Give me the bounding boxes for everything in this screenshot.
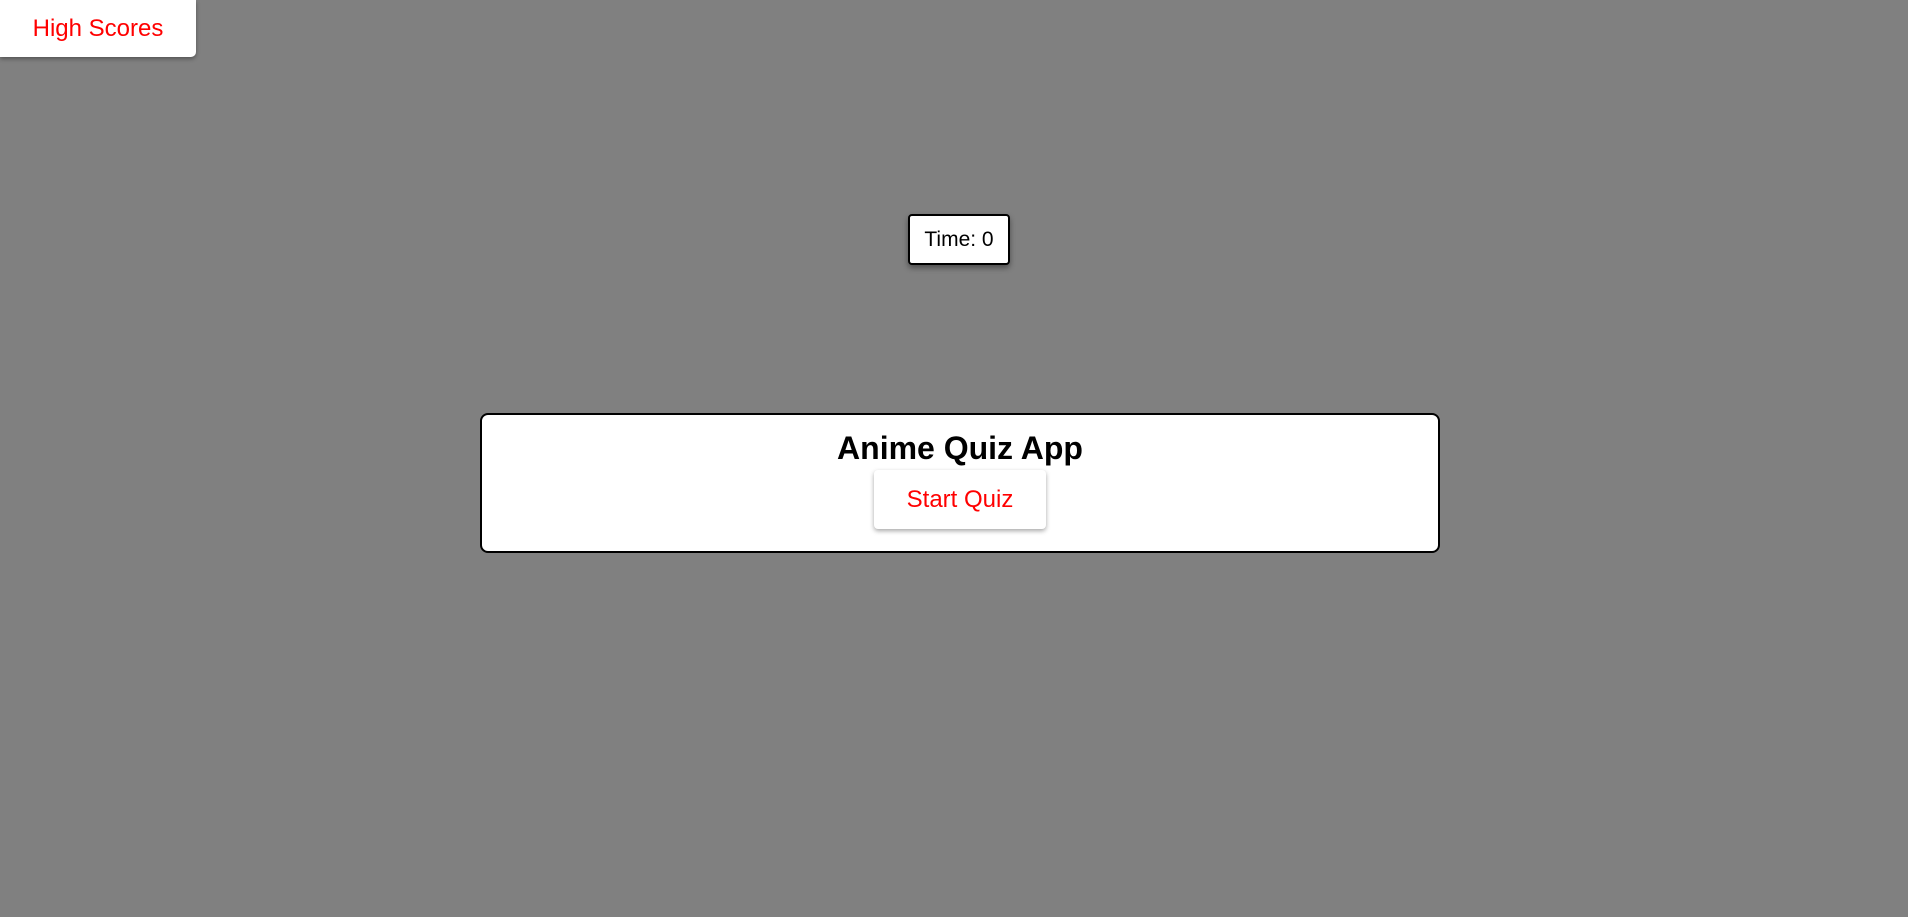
start-quiz-button[interactable]: Start Quiz xyxy=(874,470,1046,529)
quiz-start-card: Anime Quiz App Start Quiz xyxy=(480,413,1440,553)
timer-text: Time: 0 xyxy=(924,227,994,251)
high-scores-button[interactable]: High Scores xyxy=(0,0,196,57)
quiz-title: Anime Quiz App xyxy=(837,430,1083,466)
timer-display: Time: 0 xyxy=(908,214,1010,265)
